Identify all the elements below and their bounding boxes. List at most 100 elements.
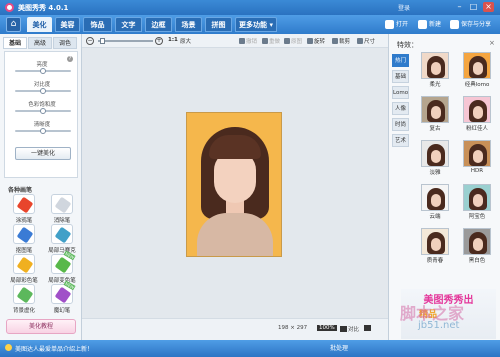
effect-thumbnail[interactable]: 质青春 [415, 228, 455, 264]
effect-label: 阿宝色 [468, 214, 486, 220]
sharpness-knob[interactable] [40, 128, 46, 134]
effect-preview [463, 140, 491, 167]
zoom-reset-button[interactable]: 1:1 [168, 37, 178, 43]
one-key-beautify-button[interactable]: 一键美化 [15, 147, 71, 160]
redo-icon [262, 38, 268, 44]
home-icon[interactable]: ⌂ [6, 17, 21, 32]
effect-label: 质青春 [426, 258, 444, 264]
effect-label: 淡雅 [429, 170, 441, 176]
subtab-advanced[interactable]: 高级 [28, 37, 52, 49]
bottom-message[interactable]: 美图达人最爱单品介绍上新！ [15, 344, 93, 353]
close-button[interactable]: × [483, 2, 494, 12]
effect-thumbnail[interactable]: 柔光 [415, 52, 455, 88]
zoom-slider[interactable] [98, 38, 153, 44]
maximize-button[interactable]: □ [468, 2, 479, 12]
effect-category[interactable]: 艺术 [392, 134, 409, 147]
tab-scene[interactable]: 场景 [175, 17, 202, 32]
brightness-slider[interactable] [15, 68, 71, 74]
effect-thumbnail[interactable]: 淡雅 [415, 140, 455, 176]
watermark-url: jb51.net [418, 320, 460, 331]
batch-process-button[interactable]: 批处理 [330, 343, 348, 352]
save-label: 保存与分享 [461, 21, 492, 28]
tab-beautify[interactable]: 美化 [27, 17, 52, 32]
effect-preview [463, 228, 491, 255]
effect-thumbnail[interactable]: HDR [457, 140, 497, 176]
canvas-area[interactable] [82, 48, 388, 318]
brush-item[interactable]: 局部马赛克 [48, 224, 76, 256]
edited-photo[interactable] [186, 112, 282, 257]
brush-item[interactable]: 消除笔 [48, 194, 76, 226]
effect-thumbnail[interactable]: 复古 [415, 96, 455, 132]
effect-category[interactable]: 热门 [392, 54, 409, 67]
brightness-knob[interactable] [40, 68, 46, 74]
effect-thumbnail[interactable]: 阿宝色 [457, 184, 497, 220]
brush-item[interactable]: 抠图笔 [10, 224, 38, 256]
redo-button[interactable]: 重做 [262, 37, 280, 45]
compare-button[interactable]: 对比 [340, 325, 359, 333]
resize-icon [357, 38, 363, 44]
effect-category[interactable]: Lomo [392, 86, 409, 99]
brush-item[interactable]: 局部彩色笔 [10, 254, 38, 286]
undo-icon [239, 38, 245, 44]
tab-frame[interactable]: 边框 [145, 17, 172, 32]
contrast-knob[interactable] [40, 88, 46, 94]
beauty-tutorial-button[interactable]: 美化教程 [6, 319, 76, 334]
effect-category[interactable]: 人像 [392, 102, 409, 115]
tab-more[interactable]: 更多功能 ▾ [235, 17, 277, 32]
contrast-slider[interactable] [15, 88, 71, 94]
effect-label: 经典lomo [464, 82, 490, 88]
contrast-label: 对比度 [33, 82, 51, 88]
effects-panel: 特效： × 热门 基础 Lomo 人像 时尚 艺术 柔光 经典lomo 复古 粉红佳人 淡雅 HDR… [388, 34, 500, 340]
brush-icon [13, 284, 35, 304]
brush-icon [51, 224, 73, 244]
zoom-level-badge: 100% [317, 325, 337, 331]
brush-item[interactable]: NEW 局部变色笔 [48, 250, 76, 286]
rotate-button[interactable]: 旋转 [307, 37, 325, 45]
tab-face[interactable]: 美容 [55, 17, 80, 32]
save-share-button[interactable]: 保存与分享 [450, 18, 491, 31]
sharpness-slider[interactable] [15, 128, 71, 134]
photo-body [197, 213, 273, 256]
brush-label: 局部马赛克 [48, 248, 76, 254]
subtab-color[interactable]: 调色 [53, 37, 77, 49]
brush-item[interactable]: NEW 魔幻笔 [48, 280, 76, 316]
open-button[interactable]: 打开 [385, 18, 408, 31]
new-button[interactable]: 新建 [418, 18, 441, 31]
zoom-knob[interactable] [100, 38, 105, 44]
brush-item[interactable]: 背景虚化 [10, 284, 38, 316]
zoom-out-icon[interactable]: − [86, 37, 94, 45]
subtab-basic[interactable]: 基础 [3, 37, 27, 49]
effect-thumbnail[interactable]: 黑白色 [457, 228, 497, 264]
effect-thumbnail[interactable]: 粉红佳人 [457, 96, 497, 132]
zoom-in-icon[interactable]: + [155, 37, 163, 45]
nav-bar: ⌂ 美化 美容 饰品 文字 边框 场景 拼图 更多功能 ▾ 打开 新建 保存与分… [0, 15, 500, 34]
onekey-label: 一键美化 [30, 150, 55, 157]
effect-category[interactable]: 基础 [392, 70, 409, 83]
tab-collage[interactable]: 拼图 [205, 17, 232, 32]
effects-close-icon[interactable]: × [489, 39, 495, 47]
fit-screen-button[interactable] [364, 325, 372, 332]
saturation-slider[interactable] [15, 108, 71, 114]
effect-label: 粉红佳人 [465, 126, 488, 132]
saturation-knob[interactable] [40, 108, 46, 114]
effect-thumbnail[interactable]: 经典lomo [457, 52, 497, 88]
actual-size-button[interactable]: 原大 [180, 37, 191, 45]
login-link[interactable]: 登录 [398, 3, 410, 12]
effect-preview [421, 96, 449, 123]
resize-button[interactable]: 尺寸 [357, 37, 375, 45]
crop-label: 裁剪 [339, 39, 351, 45]
minimize-button[interactable]: – [454, 2, 465, 12]
message-icon [5, 344, 12, 351]
original-button[interactable]: 原图 [284, 37, 302, 45]
crop-button[interactable]: 裁剪 [332, 37, 350, 45]
effect-thumbnail[interactable]: 云端 [415, 184, 455, 220]
brush-icon [51, 194, 73, 214]
effect-category[interactable]: 时尚 [392, 118, 409, 131]
tab-text[interactable]: 文字 [115, 17, 142, 32]
undo-button[interactable]: 撤销 [239, 37, 257, 45]
compare-icon [340, 326, 347, 332]
title-bar: 美图秀秀 4.0.1 登录 – □ × [0, 0, 500, 15]
brush-item[interactable]: 涂鸦笔 [10, 194, 38, 226]
brush-label: 消除笔 [53, 218, 71, 224]
tab-accessories[interactable]: 饰品 [83, 17, 112, 32]
